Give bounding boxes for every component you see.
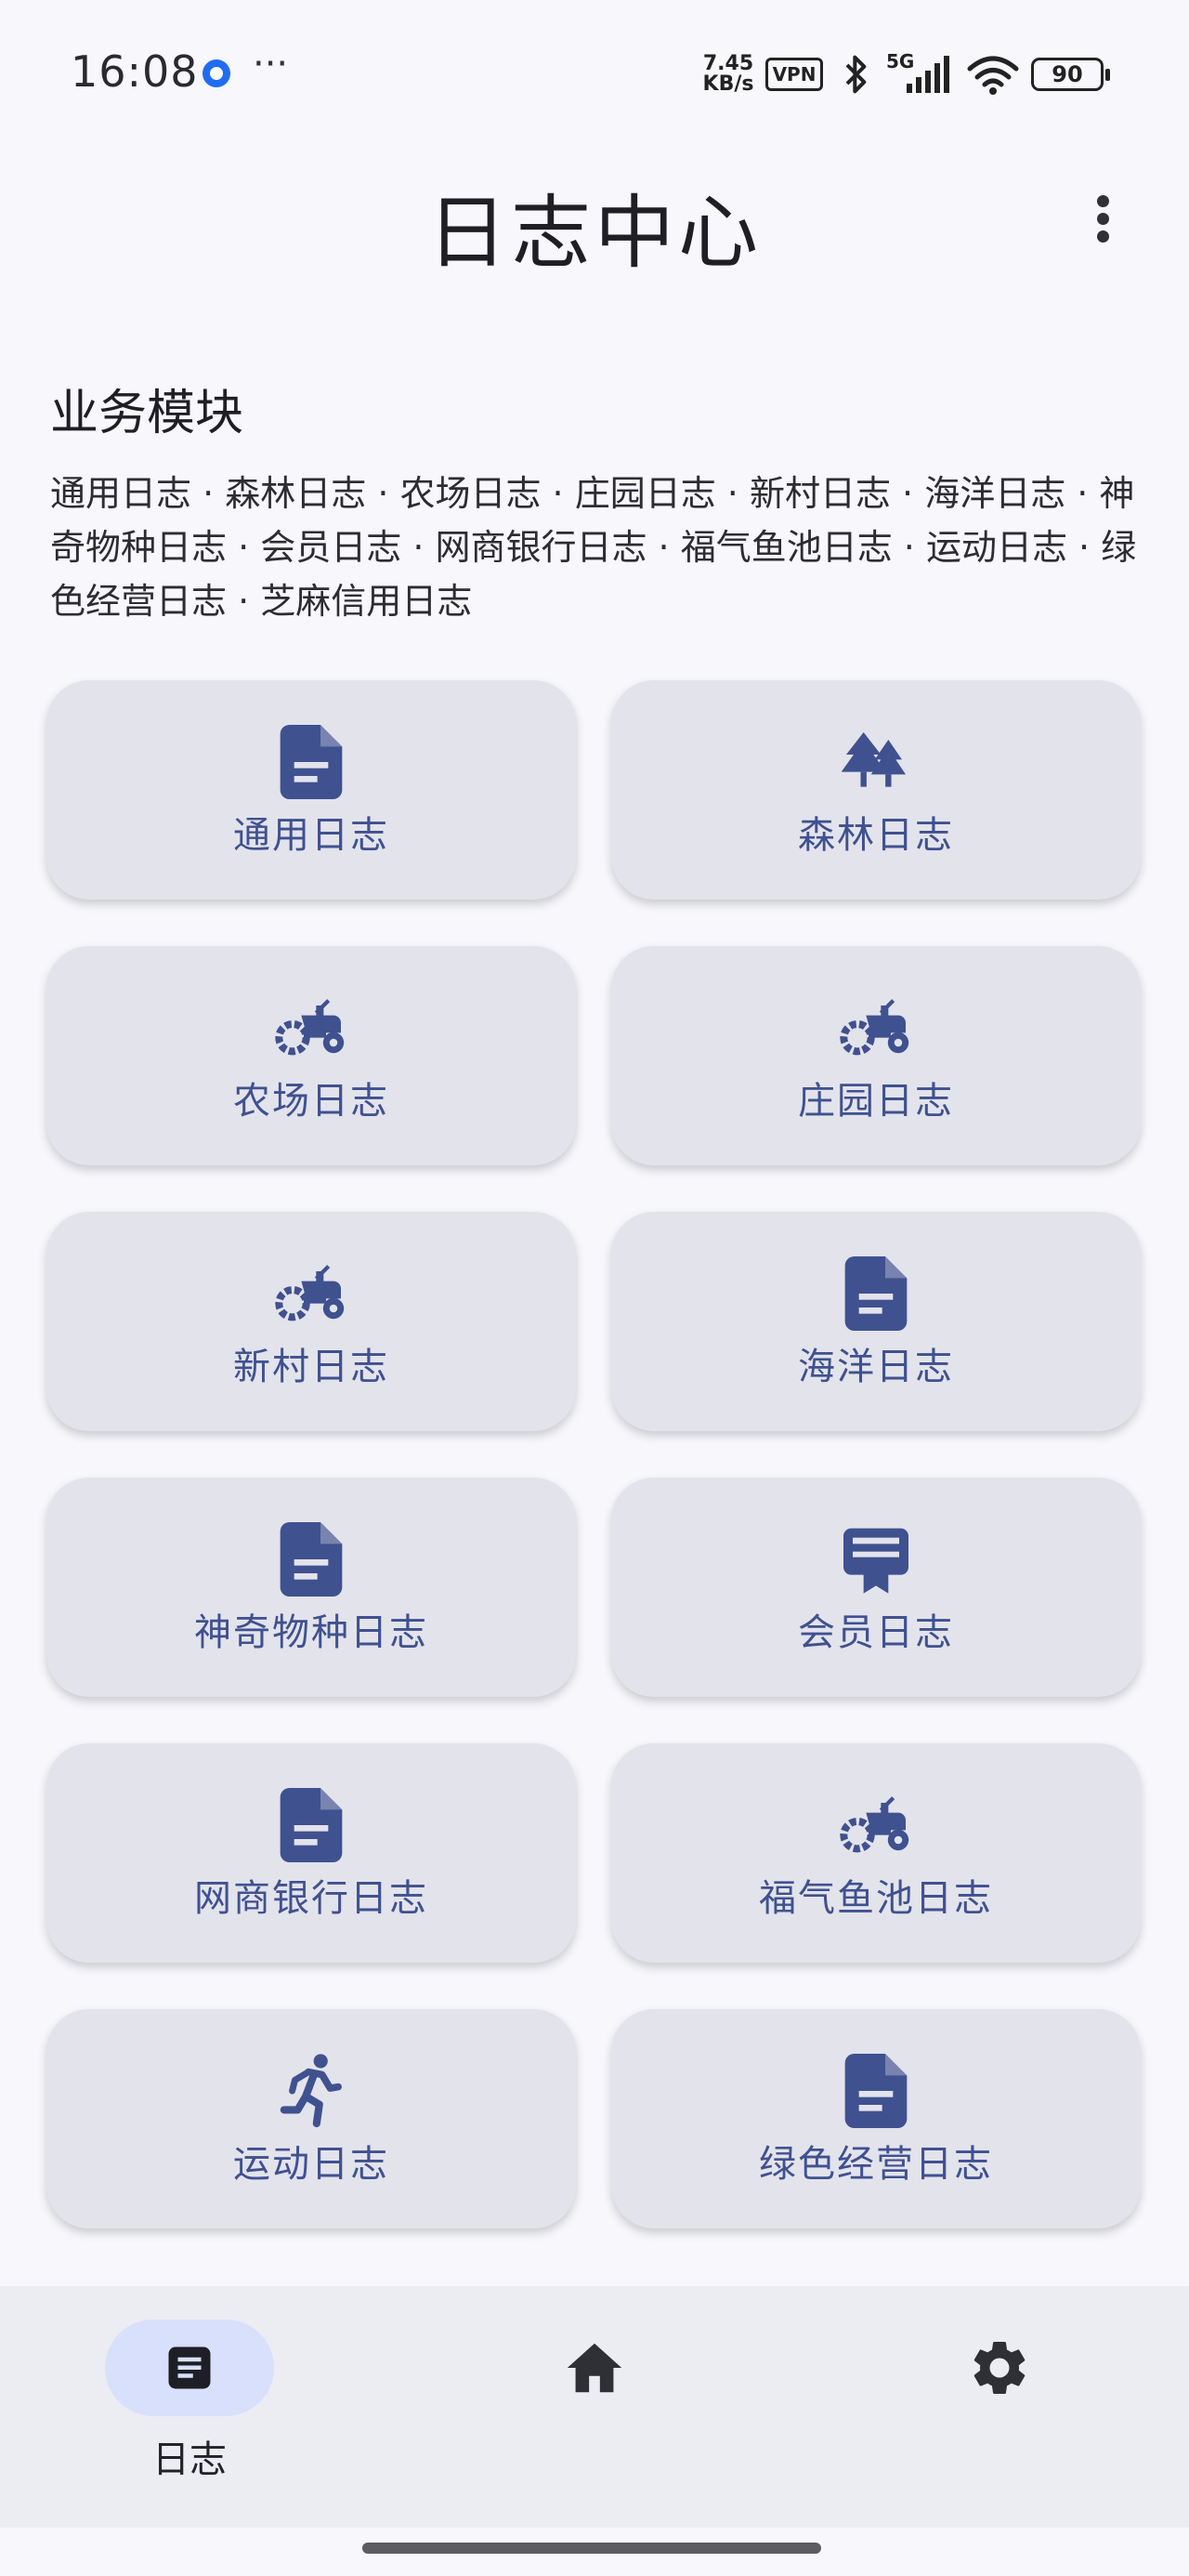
overflow-menu-button[interactable] [1085, 186, 1122, 251]
document-icon [274, 1522, 348, 1597]
module-card-label: 神奇物种日志 [194, 1611, 428, 1654]
module-card-label: 运动日志 [233, 2143, 389, 2186]
network-speed-value: 7.45 [702, 52, 754, 75]
module-card-label: 福气鱼池日志 [759, 1877, 993, 1920]
module-card-label: 农场日志 [233, 1080, 389, 1123]
more-notifications-indicator: ··· [253, 43, 289, 85]
module-card[interactable]: 运动日志 [46, 2009, 576, 2228]
section-title: 业务模块 [50, 386, 244, 441]
nav-item-logs[interactable]: 日志 [97, 2320, 282, 2483]
module-card[interactable]: 新村日志 [46, 1212, 576, 1431]
nav-label-logs: 日志 [152, 2438, 227, 2481]
module-card-label: 庄园日志 [798, 1080, 954, 1123]
module-card[interactable]: 网商银行日志 [46, 1743, 576, 1963]
module-grid: 通用日志 森林日志农场日志 庄园日志新村日志 海洋日志神奇物种日志 会员日志网商银行日志… [46, 680, 1143, 2228]
document-icon [839, 1256, 913, 1331]
status-time: 16:08 [71, 46, 199, 97]
module-card[interactable]: 庄园日志 [611, 946, 1141, 1165]
log-icon [168, 2346, 211, 2389]
module-card-label: 通用日志 [233, 814, 389, 857]
module-card-label: 新村日志 [233, 1346, 389, 1388]
document-icon [274, 725, 348, 799]
running-icon [274, 2054, 348, 2128]
document-icon [839, 2054, 913, 2128]
wifi-icon [967, 56, 1019, 95]
document-icon [274, 1788, 348, 1862]
page-title: 日志中心 [427, 187, 762, 280]
home-icon [567, 2343, 622, 2393]
battery-indicator: 90 [1031, 58, 1110, 91]
module-card[interactable]: 森林日志 [611, 680, 1141, 900]
section-description: 通用日志 · 森林日志 · 农场日志 · 庄园日志 · 新村日志 · 海洋日志 … [50, 473, 1137, 622]
module-card-label: 森林日志 [798, 814, 954, 857]
nav-item-home[interactable] [502, 2320, 687, 2416]
cellular-signal-icon [907, 56, 949, 93]
network-speed: 7.45 KB/s [699, 54, 758, 95]
module-card[interactable]: 福气鱼池日志 [611, 1743, 1141, 1963]
dot-icon [1097, 230, 1109, 243]
module-card[interactable]: 通用日志 [46, 680, 576, 900]
app-notification-icon [203, 59, 230, 87]
nav-active-indicator [105, 2320, 274, 2416]
module-card-label: 会员日志 [798, 1611, 954, 1654]
bottom-navigation: 日志 [0, 2286, 1189, 2528]
network-speed-unit: KB/s [702, 72, 754, 96]
module-card[interactable]: 会员日志 [611, 1478, 1141, 1697]
tractor-icon [274, 1256, 348, 1331]
dot-icon [1097, 213, 1109, 225]
module-card-label: 海洋日志 [798, 1346, 954, 1388]
module-card[interactable]: 神奇物种日志 [46, 1478, 576, 1697]
tractor-icon [839, 991, 913, 1065]
dot-icon [1097, 195, 1109, 207]
module-card-label: 绿色经营日志 [759, 2143, 993, 2186]
vpn-badge: VPN [765, 58, 823, 91]
membership-card-icon [839, 1522, 913, 1597]
tractor-icon [839, 1788, 913, 1862]
module-card-label: 网商银行日志 [194, 1877, 428, 1920]
module-card[interactable]: 海洋日志 [611, 1212, 1141, 1431]
module-card[interactable]: 绿色经营日志 [611, 2009, 1141, 2228]
nav-item-settings[interactable] [907, 2320, 1092, 2416]
module-card[interactable]: 农场日志 [46, 946, 576, 1165]
log-center-screen: 16:08 ··· 7.45 KB/s VPN 5G 90 日志中心 业务模块 … [0, 0, 1189, 2576]
settings-gear-icon [973, 2342, 1026, 2394]
status-bar: 16:08 ··· 7.45 KB/s VPN 5G 90 [0, 0, 1189, 130]
home-indicator-bar[interactable] [362, 2543, 821, 2554]
tractor-icon [274, 991, 348, 1065]
bluetooth-icon [845, 55, 867, 94]
forest-icon [839, 725, 913, 799]
